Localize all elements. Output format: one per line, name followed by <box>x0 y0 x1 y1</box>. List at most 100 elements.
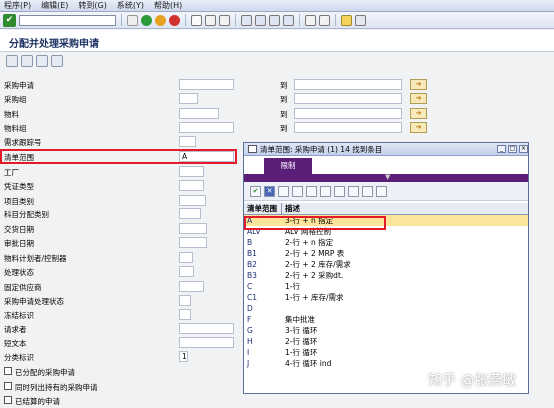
multiple-selection-icon[interactable]: ➔ <box>410 79 427 90</box>
field-label: 凭证类型 <box>4 182 34 191</box>
field-input[interactable] <box>179 337 234 348</box>
checkbox[interactable] <box>4 396 12 404</box>
menu-item[interactable]: 系统(Y) <box>117 0 144 11</box>
table-row[interactable]: B3 2-行 + 2 采购dt. <box>244 270 528 281</box>
first-page-icon[interactable] <box>241 14 252 26</box>
expand-arrow-icon[interactable]: ▼ <box>385 173 390 181</box>
close-icon[interactable]: × <box>519 145 528 153</box>
new-session-icon[interactable] <box>305 14 316 26</box>
table-row[interactable]: B 2-行 + n 指定 <box>244 237 528 248</box>
menu-item[interactable]: 程序(P) <box>4 0 31 11</box>
entry-description: 2-行 循环 <box>285 337 318 346</box>
maximize-icon[interactable]: □ <box>508 145 517 153</box>
entry-a-highlight <box>244 216 386 230</box>
field-input[interactable] <box>179 295 191 306</box>
table-row[interactable]: B1 2-行 + 2 MRP 表 <box>244 248 528 259</box>
field-input[interactable] <box>179 237 207 248</box>
entry-key: F <box>247 315 252 324</box>
find-popup-icon[interactable] <box>292 185 303 197</box>
help-icon[interactable] <box>341 14 352 26</box>
field-input[interactable] <box>179 180 204 191</box>
multiple-selection-icon[interactable]: ➔ <box>410 122 427 133</box>
column-key-header[interactable]: 清单范围 <box>244 203 282 214</box>
field-input[interactable] <box>179 323 234 334</box>
command-field[interactable] <box>19 14 116 26</box>
info-icon[interactable] <box>334 185 345 197</box>
field-input[interactable] <box>179 195 206 206</box>
multiple-selection-icon[interactable]: ➔ <box>410 108 427 119</box>
cancel-popup-icon[interactable]: ✕ <box>264 185 275 197</box>
field-input[interactable] <box>179 281 204 292</box>
field-input[interactable] <box>179 266 194 277</box>
table-row[interactable]: F 集中批准 <box>244 314 528 325</box>
checkbox[interactable] <box>4 367 12 375</box>
field-input[interactable] <box>179 208 201 219</box>
toolbar-separator <box>299 14 300 26</box>
last-page-icon[interactable] <box>283 14 294 26</box>
field-input[interactable] <box>179 136 196 147</box>
entry-key: B2 <box>247 260 257 269</box>
table-row[interactable]: H 2-行 循环 <box>244 336 528 347</box>
toolbar-separator <box>121 14 122 26</box>
checkbox[interactable] <box>4 382 12 390</box>
personal-list-icon[interactable] <box>376 185 387 197</box>
find-next-popup-icon[interactable] <box>306 185 317 197</box>
field-input[interactable]: 1 <box>179 351 188 362</box>
entry-key: B1 <box>247 249 257 258</box>
execute-icon[interactable] <box>6 55 18 67</box>
field-input[interactable] <box>179 309 191 320</box>
menu-item[interactable]: 编辑(E) <box>41 0 68 11</box>
tab-restrictions[interactable]: 限制 <box>264 158 312 174</box>
entry-description: 2-行 + n 指定 <box>285 238 334 247</box>
table-row[interactable]: G 3-行 循环 <box>244 325 528 336</box>
table-row[interactable]: J 4-行 循环 ind <box>244 358 528 369</box>
confirm-icon[interactable]: ✔ <box>250 185 261 197</box>
find-icon[interactable] <box>205 14 216 26</box>
back-icon[interactable] <box>141 14 152 26</box>
print-icon[interactable] <box>191 14 202 26</box>
field-input-to[interactable] <box>294 93 402 104</box>
enter-icon[interactable]: ✔ <box>3 13 16 27</box>
checkbox-label: 已结算的申请 <box>15 397 60 406</box>
field-input-to[interactable] <box>294 108 402 119</box>
table-row[interactable]: D <box>244 303 528 314</box>
field-input[interactable] <box>179 108 219 119</box>
menu-item[interactable]: 帮助(H) <box>154 0 182 11</box>
layout-icon[interactable] <box>355 14 366 26</box>
exit-icon[interactable] <box>155 14 166 26</box>
minimize-icon[interactable]: _ <box>497 145 506 153</box>
toolbar-separator <box>335 14 336 26</box>
selection-options-icon[interactable] <box>51 55 63 67</box>
print-popup-icon[interactable] <box>362 185 373 197</box>
shortcut-icon[interactable] <box>319 14 330 26</box>
field-input-to[interactable] <box>294 122 402 133</box>
field-input[interactable] <box>179 166 204 177</box>
variant-icon[interactable] <box>21 55 33 67</box>
previous-page-icon[interactable] <box>255 14 266 26</box>
field-input[interactable] <box>179 122 234 133</box>
save-variant-icon[interactable] <box>36 55 48 67</box>
table-row[interactable]: I 1-行 循环 <box>244 347 528 358</box>
field-input[interactable] <box>179 223 207 234</box>
multiple-selection-icon[interactable]: ➔ <box>410 93 427 104</box>
entry-description: 1-行 + 库存/需求 <box>285 293 344 302</box>
table-header: 清单范围 描述 <box>244 203 528 215</box>
table-row[interactable]: C1 1-行 + 库存/需求 <box>244 292 528 303</box>
next-page-icon[interactable] <box>269 14 280 26</box>
cancel-icon[interactable] <box>169 14 180 26</box>
field-input[interactable] <box>179 252 193 263</box>
field-input[interactable] <box>179 79 234 90</box>
form-row: 采购组 到 ➔ <box>0 93 554 106</box>
new-icon[interactable] <box>278 185 289 197</box>
list-icon[interactable] <box>348 185 359 197</box>
field-input[interactable] <box>179 93 198 104</box>
column-desc-header[interactable]: 描述 <box>282 203 300 214</box>
save-icon[interactable] <box>127 14 138 26</box>
entry-description: 集中批准 <box>285 315 315 324</box>
menu-item[interactable]: 转到(G) <box>78 0 106 11</box>
find-next-icon[interactable] <box>219 14 230 26</box>
field-input-to[interactable] <box>294 79 402 90</box>
table-row[interactable]: C 1-行 <box>244 281 528 292</box>
sort-icon[interactable] <box>320 185 331 197</box>
table-row[interactable]: B2 2-行 + 2 库存/需求 <box>244 259 528 270</box>
